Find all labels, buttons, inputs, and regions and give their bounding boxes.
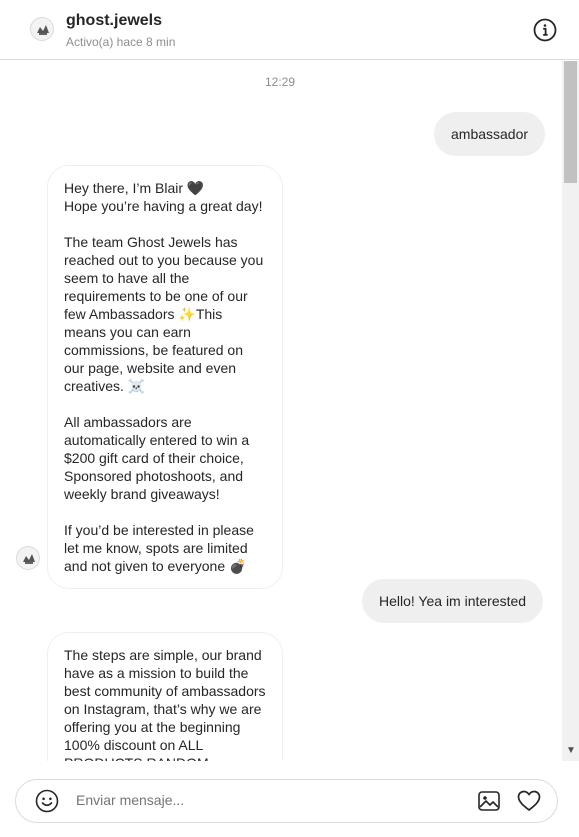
chat-username[interactable]: ghost.jewels <box>66 12 162 30</box>
image-icon[interactable] <box>477 789 501 813</box>
incoming-message[interactable]: The steps are simple, our brand have as … <box>47 632 283 761</box>
avatar-image <box>17 547 39 569</box>
info-icon[interactable] <box>533 18 557 42</box>
message-composer <box>15 779 558 823</box>
avatar-image <box>31 18 53 40</box>
thread-scrollbar[interactable]: ▼ <box>562 61 579 761</box>
outgoing-message[interactable]: Hello! Yea im interested <box>362 579 544 623</box>
scrollbar-thumb[interactable] <box>564 61 577 183</box>
sender-avatar[interactable] <box>16 546 40 570</box>
outgoing-message[interactable]: ambassador <box>434 112 546 156</box>
smiley-icon[interactable] <box>35 789 59 813</box>
scroll-down-icon[interactable]: ▼ <box>566 745 576 756</box>
chat-header: ghost.jewels Activo(a) hace 8 min <box>0 0 579 60</box>
active-status: Activo(a) hace 8 min <box>66 35 176 49</box>
incoming-message[interactable]: Hey there, I’m Blair 🖤 Hope you’re havin… <box>47 165 283 589</box>
message-timestamp: 12:29 <box>264 75 296 89</box>
profile-avatar[interactable] <box>30 17 54 41</box>
message-thread[interactable]: 12:29 ambassador Hey there, I’m Blair 🖤 … <box>0 61 579 761</box>
heart-icon[interactable] <box>516 789 542 813</box>
message-input[interactable] <box>76 792 456 808</box>
